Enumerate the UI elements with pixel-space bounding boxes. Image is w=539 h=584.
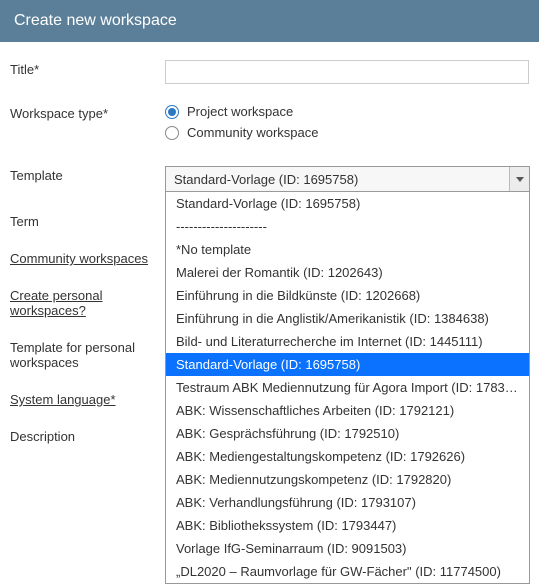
label-title: Title* <box>10 60 165 77</box>
template-select-value: Standard-Vorlage (ID: 1695758) <box>174 172 358 187</box>
template-option[interactable]: ABK: Mediengestaltungskompetenz (ID: 179… <box>166 445 529 468</box>
radio-community-label: Community workspace <box>187 125 319 140</box>
label-term: Term <box>10 212 165 229</box>
label-template-personal-l2: workspaces <box>10 355 79 370</box>
dialog-title: Create new workspace <box>14 12 177 29</box>
title-input[interactable] <box>165 60 529 84</box>
label-system-language[interactable]: System language* <box>10 390 165 407</box>
label-workspace-type: Workspace type* <box>10 104 165 121</box>
template-option[interactable]: „DL2020 – Raumvorlage für GW-Fächer" (ID… <box>166 560 529 583</box>
template-select-wrap: Standard-Vorlage (ID: 1695758) Standard-… <box>165 166 530 192</box>
label-community-workspaces[interactable]: Community workspaces <box>10 249 165 266</box>
template-select[interactable]: Standard-Vorlage (ID: 1695758) <box>165 166 530 192</box>
label-create-personal[interactable]: Create personal workspaces? <box>10 286 165 318</box>
row-template: Template Standard-Vorlage (ID: 1695758) … <box>10 166 529 192</box>
label-description: Description <box>10 427 165 444</box>
template-option[interactable]: Einführung in die Anglistik/Amerikanisti… <box>166 307 529 330</box>
radio-project[interactable] <box>165 105 179 119</box>
template-option[interactable]: Testraum ABK Mediennutzung für Agora Imp… <box>166 376 529 399</box>
radio-project-label: Project workspace <box>187 104 293 119</box>
template-option[interactable]: Malerei der Romantik (ID: 1202643) <box>166 261 529 284</box>
template-option[interactable]: Bild- und Literaturrecherche im Internet… <box>166 330 529 353</box>
chevron-down-icon <box>509 167 529 191</box>
template-option[interactable]: ABK: Verhandlungsführung (ID: 1793107) <box>166 491 529 514</box>
row-title: Title* <box>10 60 529 84</box>
template-option[interactable]: Standard-Vorlage (ID: 1695758) <box>166 192 529 215</box>
form: Title* Workspace type* Project workspace… <box>0 42 539 474</box>
radio-community[interactable] <box>165 126 179 140</box>
template-option[interactable]: Einführung in die Bildkünste (ID: 120266… <box>166 284 529 307</box>
template-option[interactable]: Standard-Vorlage (ID: 1695758) <box>166 353 529 376</box>
template-option[interactable]: ABK: Bibliothekssystem (ID: 1793447) <box>166 514 529 537</box>
label-create-personal-l2: workspaces? <box>10 303 86 318</box>
template-option[interactable]: ABK: Mediennutzungskompetenz (ID: 179282… <box>166 468 529 491</box>
radio-community-row: Community workspace <box>165 125 529 140</box>
label-template-personal-l1: Template for personal <box>10 340 135 355</box>
template-option[interactable]: Vorlage IfG-Seminarraum (ID: 9091503) <box>166 537 529 560</box>
radio-project-row: Project workspace <box>165 104 529 119</box>
template-option[interactable]: ABK: Wissenschaftliches Arbeiten (ID: 17… <box>166 399 529 422</box>
template-option[interactable]: ABK: Gesprächsführung (ID: 1792510) <box>166 422 529 445</box>
template-option[interactable]: --------------------- <box>166 215 529 238</box>
row-workspace-type: Workspace type* Project workspace Commun… <box>10 104 529 146</box>
label-template-personal: Template for personal workspaces <box>10 338 165 370</box>
label-create-personal-l1: Create personal <box>10 288 103 303</box>
template-dropdown: Standard-Vorlage (ID: 1695758)----------… <box>165 192 530 584</box>
template-option[interactable]: *No template <box>166 238 529 261</box>
dialog-header: Create new workspace <box>0 0 539 42</box>
label-template: Template <box>10 166 165 183</box>
